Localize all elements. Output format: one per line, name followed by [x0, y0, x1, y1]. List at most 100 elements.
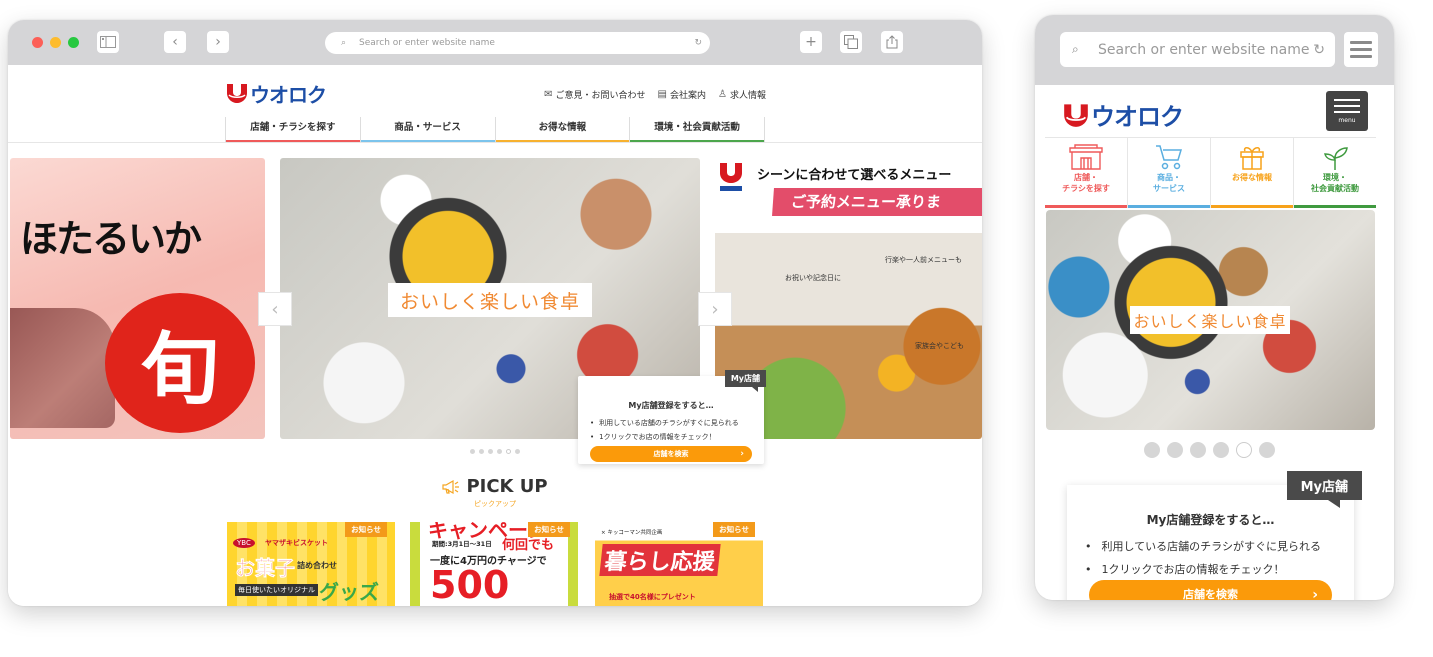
my-store-tag: My店舗 — [724, 370, 766, 392]
nav-products[interactable]: 商品・サービス — [359, 117, 495, 143]
my-store-panel: My店舗 My店舗登録をすると… 利用している店舗のチラシがすぐに見られる 1ク… — [1067, 471, 1362, 600]
slider-dot[interactable] — [488, 449, 493, 454]
pickup-card[interactable]: キャンペーン 期間:3月1日〜31日 何回でも 一度に4万円のチャージで 500… — [410, 522, 578, 606]
card-brand-name: ヤマザキビスケット — [265, 539, 328, 547]
slide-header: シーンに合わせて選べるメニュー ご予約メニュー承りま — [715, 158, 982, 233]
chevron-right-icon: › — [1312, 587, 1318, 600]
slider-dot[interactable] — [506, 449, 511, 454]
new-tab-button[interactable]: + — [800, 31, 822, 53]
logo-text: ウオロク — [1091, 103, 1184, 131]
slider-dot[interactable] — [1259, 442, 1275, 458]
minimize-window-button[interactable] — [50, 37, 61, 48]
reload-icon[interactable]: ↻ — [694, 38, 702, 48]
card-subline: 詰め合わせ — [297, 561, 337, 570]
slider-dot[interactable] — [497, 449, 502, 454]
nav-deals[interactable]: お得な情報 — [1211, 138, 1294, 208]
slider-dot[interactable] — [1144, 442, 1160, 458]
slider-next-button[interactable]: › — [698, 292, 732, 326]
season-badge-text: 旬 — [140, 324, 219, 415]
my-store-tag: My店舗 — [1286, 471, 1362, 508]
slide-caption: おいしく楽しい食卓 — [1130, 306, 1290, 334]
mobile-address-bar[interactable]: ⌕ Search or enter website name ↻ — [1060, 32, 1335, 67]
nav-stores[interactable]: 店舗・チラシを探す — [225, 117, 360, 143]
slider-dot[interactable] — [1213, 442, 1229, 458]
slider-dot[interactable] — [479, 449, 484, 454]
slider-dot[interactable] — [1236, 442, 1252, 458]
person-icon: ♙ — [718, 89, 727, 100]
company-link-label: 会社案内 — [670, 91, 707, 101]
my-store-benefits: 利用している店舗のチラシがすぐに見られる 1クリックでお店の情報をチェック！ — [590, 416, 739, 444]
hamburger-icon — [1334, 98, 1360, 101]
site-logo[interactable]: ウオロク — [226, 81, 327, 107]
slider-dots — [1144, 442, 1275, 458]
slide-note: お祝いや記念日に — [785, 274, 841, 282]
slide-hotaruika[interactable]: ほたるいか 旬 — [10, 158, 265, 439]
reload-icon[interactable]: ↻ — [1313, 42, 1325, 58]
pickup-card[interactable]: × キッコーマン共同企画 暮らし応援 抽選で40名様にプレゼント お知らせ — [595, 522, 763, 606]
benefit-item: 利用している店舗のチラシがすぐに見られる — [1085, 535, 1321, 558]
mobile-browser-window: ⌕ Search or enter website name ↻ ウオロク me… — [1035, 15, 1394, 600]
hamburger-line — [1350, 48, 1372, 51]
main-nav: 店舗・チラシを探す 商品・サービス お得な情報 環境・社会貢献活動 — [225, 117, 765, 143]
forward-button[interactable]: › — [207, 31, 229, 53]
chevron-right-icon: › — [711, 298, 719, 320]
share-icon — [886, 35, 898, 49]
share-button[interactable] — [881, 31, 903, 53]
hamburger-icon — [1350, 41, 1372, 44]
pickup-card[interactable]: YBC ヤマザキビスケット お菓子 詰め合わせ 毎日使いたいオリジナル グッズ … — [227, 522, 395, 606]
card-headline-2: グッズ — [319, 580, 379, 604]
slide-title: シーンに合わせて選べるメニュー — [757, 168, 952, 183]
maximize-window-button[interactable] — [68, 37, 79, 48]
nav-csr[interactable]: 環境・ 社会貢献活動 — [1294, 138, 1376, 208]
slider-prev-button[interactable]: ‹ — [258, 292, 292, 326]
card-headline: お菓子 — [235, 556, 296, 581]
address-bar[interactable]: ⌕ Search or enter website name ↻ — [325, 32, 710, 54]
mobile-nav: 店舗・ チラシを探す 商品・ サービス お得な情報 環境・ 社会貢献活動 — [1045, 138, 1376, 208]
nav-stores[interactable]: 店舗・ チラシを探す — [1045, 138, 1128, 208]
card-collab: × キッコーマン共同企画 — [601, 530, 663, 536]
browser-menu-button[interactable] — [1344, 32, 1378, 67]
menu-label: menu — [1338, 116, 1356, 124]
hero-slide[interactable]: おいしく楽しい食卓 — [1046, 210, 1375, 430]
slider-dot[interactable] — [515, 449, 520, 454]
search-store-button[interactable]: 店舗を検索 › — [590, 446, 752, 462]
address-placeholder: Search or enter website name — [1098, 41, 1310, 58]
sprout-icon — [1294, 144, 1376, 172]
nav-label: 商品・ サービス — [1153, 173, 1185, 193]
nav-products[interactable]: 商品・ サービス — [1128, 138, 1211, 208]
slide-note: 家族会やこども — [915, 342, 964, 350]
back-button[interactable]: ‹ — [164, 31, 186, 53]
nav-deals[interactable]: お得な情報 — [494, 117, 630, 143]
nav-csr[interactable]: 環境・社会貢献活動 — [629, 117, 765, 143]
sidebar-toggle-button[interactable] — [97, 31, 119, 53]
utility-links: ✉ ご意見・お問い合わせ ▤ 会社案内 ♙ 求人情報 — [544, 88, 766, 101]
card-headline: 暮らし応援 — [599, 544, 721, 576]
my-store-title: My店舗登録をすると… — [1146, 513, 1275, 527]
card-period: 期間:3月1日〜31日 — [432, 540, 492, 548]
pickup-section: PICK UP ピックアップ — [8, 476, 982, 509]
slider-dot[interactable] — [1190, 442, 1206, 458]
pickup-title: PICK UP — [466, 476, 548, 497]
company-link[interactable]: ▤ 会社案内 — [658, 88, 706, 101]
site-logo[interactable]: ウオロク — [1063, 97, 1184, 132]
close-window-button[interactable] — [32, 37, 43, 48]
hamburger-line — [1334, 110, 1360, 113]
recruit-link[interactable]: ♙ 求人情報 — [718, 88, 766, 101]
megaphone-icon — [442, 479, 460, 494]
plus-icon: + — [805, 34, 817, 50]
contact-link[interactable]: ✉ ご意見・お問い合わせ — [544, 88, 645, 101]
nav-label: 店舗・ チラシを探す — [1062, 173, 1110, 193]
hamburger-line — [1350, 55, 1372, 58]
benefit-item: 利用している店舗のチラシがすぐに見られる — [590, 416, 739, 430]
slider-dot[interactable] — [1167, 442, 1183, 458]
show-tabs-button[interactable] — [840, 31, 862, 53]
slide-title: ほたるいか — [20, 216, 202, 261]
uoroku-logo-mark-icon — [720, 163, 742, 191]
mail-icon: ✉ — [544, 89, 553, 100]
gift-icon — [1211, 144, 1293, 172]
slider-dot[interactable] — [470, 449, 475, 454]
site-menu-button[interactable]: menu — [1326, 91, 1368, 131]
search-store-button[interactable]: 店舗を検索 › — [1089, 580, 1332, 600]
card-brand-logo: YBC — [233, 538, 255, 548]
contact-link-label: ご意見・お問い合わせ — [555, 91, 646, 101]
